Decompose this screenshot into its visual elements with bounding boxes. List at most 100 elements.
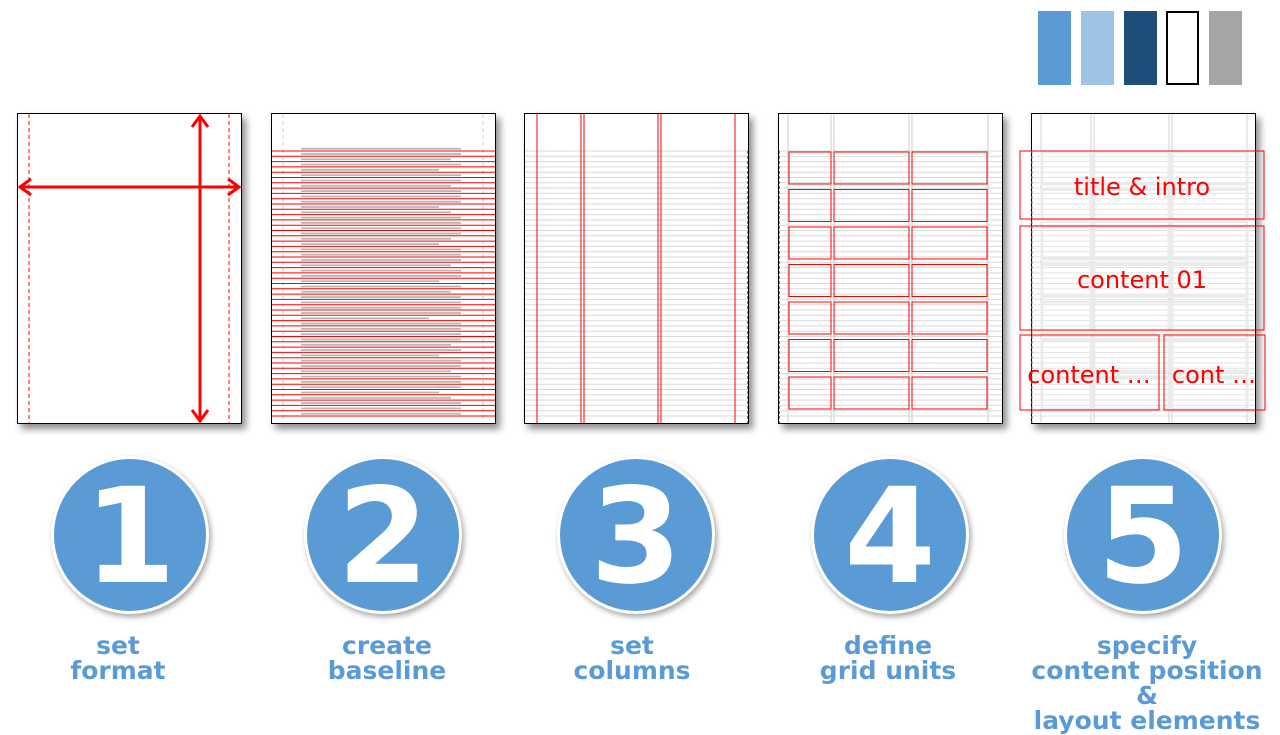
grid-unit: [788, 264, 832, 297]
text-line: [301, 153, 461, 155]
text-line: [301, 317, 429, 320]
text-line: [301, 227, 461, 230]
text-line: [301, 402, 461, 404]
zone-title-intro-label: title & intro: [1074, 173, 1210, 201]
text-line: [301, 365, 461, 367]
text-line: [301, 370, 451, 373]
step-4-label-line-1: define: [843, 631, 933, 660]
step-4-number: 4: [844, 460, 936, 614]
step-1-label-line-2: format: [70, 656, 166, 685]
page-format-diagram: [17, 113, 242, 424]
step-2-badge: 2: [304, 456, 462, 614]
grid-unit: [833, 301, 910, 335]
grid-unit: [788, 226, 832, 260]
text-line: [301, 391, 439, 394]
grid-unit: [833, 376, 910, 410]
step-3-label: set columns: [502, 633, 762, 683]
swatch-gray: [1209, 11, 1242, 85]
step-4-label: define grid units: [758, 633, 1018, 683]
grid-unit: [911, 376, 988, 410]
grid-unit: [833, 151, 910, 185]
text-line: [301, 190, 461, 192]
text-line: [301, 285, 461, 288]
step-3-badge: 3: [557, 456, 715, 614]
grid-unit: [911, 189, 988, 222]
baseline-guides: [272, 114, 495, 423]
grid-unit: [788, 189, 832, 222]
text-line: [301, 333, 461, 336]
grid-unit: [1170, 300, 1249, 336]
text-line: [301, 243, 439, 245]
step-1-badge: 1: [51, 456, 209, 614]
text-line: [301, 195, 461, 198]
text-line: [301, 349, 461, 351]
text-line: [301, 269, 461, 272]
height-arrow-icon: [190, 113, 210, 424]
text-line: [301, 158, 451, 161]
text-line: [301, 354, 439, 357]
grid-unit: [911, 151, 988, 185]
text-line: [301, 237, 451, 240]
text-line: [301, 290, 451, 293]
step-4-label-line-2: grid units: [819, 656, 957, 685]
grid-unit: [788, 376, 832, 410]
step-2-label-line-2: baseline: [327, 656, 447, 685]
step-5-label: specify content position & layout elemen…: [1017, 633, 1277, 733]
grid-unit: [788, 339, 832, 372]
text-line: [301, 343, 451, 346]
text-line: [301, 322, 461, 325]
text-line: [301, 174, 461, 177]
text-line: [301, 232, 461, 235]
step-5-label-line-2: content position &: [1031, 656, 1263, 710]
width-arrow-icon: [17, 177, 242, 197]
grid-unit: [1092, 225, 1171, 261]
text-line: [301, 179, 461, 182]
grid-unit: [911, 301, 988, 335]
swatch-dark-blue: [1124, 11, 1157, 85]
text-line: [301, 386, 461, 389]
text-line: [301, 412, 461, 415]
step-1-label: set format: [0, 633, 248, 683]
grid-unit: [833, 189, 910, 222]
text-line: [301, 211, 451, 214]
swatch-light-blue: [1081, 11, 1114, 85]
page-columns-diagram: [524, 113, 749, 424]
grid-unit-guides: [778, 114, 1002, 423]
text-line: [301, 359, 461, 362]
grid-unit: [911, 226, 988, 260]
text-line: [301, 253, 461, 256]
text-line: [301, 259, 461, 261]
text-line: [301, 338, 461, 341]
step-1-label-line-1: set: [96, 631, 140, 660]
grid-unit: [911, 264, 988, 297]
grid-unit: [1170, 225, 1249, 261]
grid-unit: [788, 151, 832, 185]
grid-unit: [1040, 300, 1093, 336]
text-line: [301, 328, 461, 330]
grid-unit: [1092, 300, 1171, 336]
text-line: [301, 248, 461, 251]
step-3-label-line-2: columns: [573, 656, 691, 685]
layout-zone-guides: title & intro content 01 content … cont …: [1019, 114, 1266, 423]
zone-content-left-label: content …: [1027, 361, 1151, 389]
page-baseline-diagram: [271, 113, 496, 424]
text-line: [301, 184, 451, 187]
text-line: [301, 163, 461, 166]
text-line: [301, 222, 461, 224]
text-line: [301, 147, 461, 150]
text-line: [301, 280, 439, 283]
text-line: [301, 375, 461, 378]
grid-unit: [788, 301, 832, 335]
page-grid-units-diagram: [778, 113, 1003, 424]
page-layout-diagram: title & intro content 01 content … cont …: [1019, 113, 1266, 424]
text-line: [301, 312, 461, 314]
step-2-label: create baseline: [257, 633, 517, 683]
zone-content-right-label: cont …: [1172, 361, 1256, 389]
swatch-medium-blue: [1038, 11, 1071, 85]
step-5-number: 5: [1097, 460, 1189, 614]
step-1-number: 1: [84, 460, 176, 614]
step-3-number: 3: [590, 460, 682, 614]
text-line: [301, 264, 451, 267]
step-5-label-line-1: specify: [1096, 631, 1198, 660]
step-3-label-line-1: set: [610, 631, 654, 660]
